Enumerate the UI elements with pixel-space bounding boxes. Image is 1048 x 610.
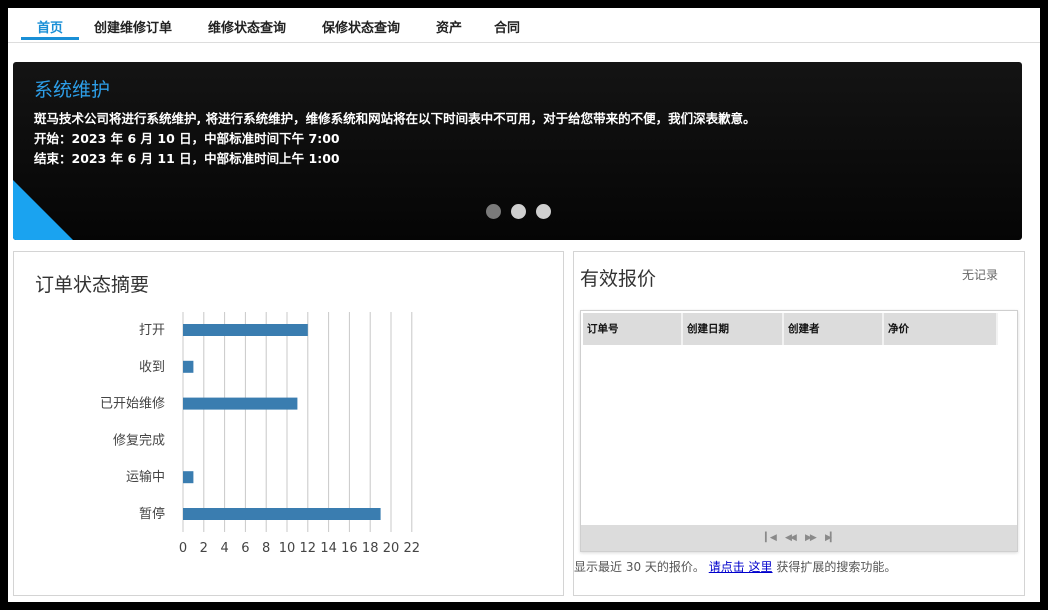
chart-bar xyxy=(183,324,308,336)
nav-tab-repair-status[interactable]: 维修状态查询 xyxy=(208,17,286,41)
chart-x-tick-label: 6 xyxy=(241,541,249,556)
app-frame: 首页 创建维修订单 维修状态查询 保修状态查询 资产 合同 系统维护 斑马技术公… xyxy=(8,8,1040,602)
chart-x-tick-label: 8 xyxy=(262,541,270,556)
banner-start-time: 开始：2023 年 6 月 10 日，中部标准时间下午 7:00 xyxy=(34,131,340,146)
chart-x-tick-label: 14 xyxy=(320,541,337,556)
carousel-dot-3[interactable] xyxy=(536,204,551,219)
chart-x-tick-label: 16 xyxy=(341,541,358,556)
nav-tab-assets[interactable]: 资产 xyxy=(436,17,462,41)
active-quotes-panel: 有效报价 无记录 订单号 创建日期 创建者 净价 ▎◀ ◀◀ ▶▶ ▶▎ 显示最… xyxy=(573,251,1025,596)
chart-category-label: 修复完成 xyxy=(113,433,165,448)
nav-tab-contracts[interactable]: 合同 xyxy=(494,17,520,41)
extended-search-link[interactable]: 请点击 这里 xyxy=(709,560,773,574)
banner-message: 斑马技术公司将进行系统维护, 将进行系统维护，维修系统和网站将在以下时间表中不可… xyxy=(34,111,756,126)
top-nav: 首页 创建维修订单 维修状态查询 保修状态查询 资产 合同 xyxy=(8,8,1040,43)
banner-title: 系统维护 xyxy=(34,79,111,101)
quotes-grid-pager: ▎◀ ◀◀ ▶▶ ▶▎ xyxy=(581,525,1017,551)
chart-category-label: 收到 xyxy=(139,360,165,375)
column-header-net-price[interactable]: 净价 xyxy=(884,313,998,345)
banner-end-time: 结束：2023 年 6 月 11 日，中部标准时间上午 1:00 xyxy=(34,151,340,166)
chart-bar xyxy=(183,471,194,484)
footnote-text: 显示最近 30 天的报价。 xyxy=(574,560,705,574)
active-tab-indicator xyxy=(21,37,79,40)
banner-corner-decoration xyxy=(13,180,73,240)
quotes-footnote: 显示最近 30 天的报价。 请点击 这里 获得扩展的搜索功能。 xyxy=(574,558,896,575)
footnote-suffix: 获得扩展的搜索功能。 xyxy=(772,560,897,574)
chart-category-label: 已开始维修 xyxy=(100,397,165,412)
chart-bar xyxy=(183,397,298,410)
order-status-chart: 0 2 4 6 8 10 12 14 16 18 20 22 打开收到已开始维修修复完成运输中暂停 xyxy=(100,312,421,556)
chart-x-tick-label: 20 xyxy=(383,541,400,556)
first-page-icon[interactable]: ▎◀ xyxy=(765,533,777,543)
nav-tab-warranty-status[interactable]: 保修状态查询 xyxy=(322,17,400,41)
chart-x-tick-label: 10 xyxy=(279,541,296,556)
chart-x-tick-label: 4 xyxy=(220,541,228,556)
previous-page-icon[interactable]: ◀◀ xyxy=(785,533,797,543)
chart-x-tick-label: 18 xyxy=(362,541,379,556)
column-header-creator[interactable]: 创建者 xyxy=(784,313,884,345)
chart-x-tick-label: 12 xyxy=(300,541,317,556)
maintenance-banner: 系统维护 斑马技术公司将进行系统维护, 将进行系统维护，维修系统和网站将在以下时… xyxy=(13,62,1022,240)
chart-category-label: 打开 xyxy=(139,323,165,338)
carousel-dot-1[interactable] xyxy=(486,204,501,219)
next-page-icon[interactable]: ▶▶ xyxy=(805,533,817,543)
no-records-label: 无记录 xyxy=(961,268,998,282)
chart-x-tick-label: 22 xyxy=(404,541,421,556)
chart-category-label: 运输中 xyxy=(126,469,165,485)
quotes-grid-header: 订单号 创建日期 创建者 净价 xyxy=(583,313,998,345)
column-header-order-number[interactable]: 订单号 xyxy=(583,313,683,345)
column-header-created-date[interactable]: 创建日期 xyxy=(683,313,784,345)
chart-bar xyxy=(183,360,194,373)
nav-tab-create-repair-order[interactable]: 创建维修订单 xyxy=(94,17,172,41)
carousel-dot-2[interactable] xyxy=(511,204,526,219)
chart-x-tick-label: 0 xyxy=(179,541,187,556)
active-quotes-title: 有效报价 xyxy=(580,268,657,290)
chart-bar xyxy=(183,508,381,520)
chart-x-tick-label: 2 xyxy=(200,541,208,556)
order-status-panel: 订单状态摘要 0 2 4 6 8 10 12 14 16 18 20 22 打开 收到 已开始维修 修复完成运… xyxy=(13,251,564,596)
chart-category-label: 暂停 xyxy=(139,506,165,522)
last-page-icon[interactable]: ▶▎ xyxy=(825,533,837,543)
quotes-grid: 订单号 创建日期 创建者 净价 ▎◀ ◀◀ ▶▶ ▶▎ xyxy=(580,310,1018,552)
